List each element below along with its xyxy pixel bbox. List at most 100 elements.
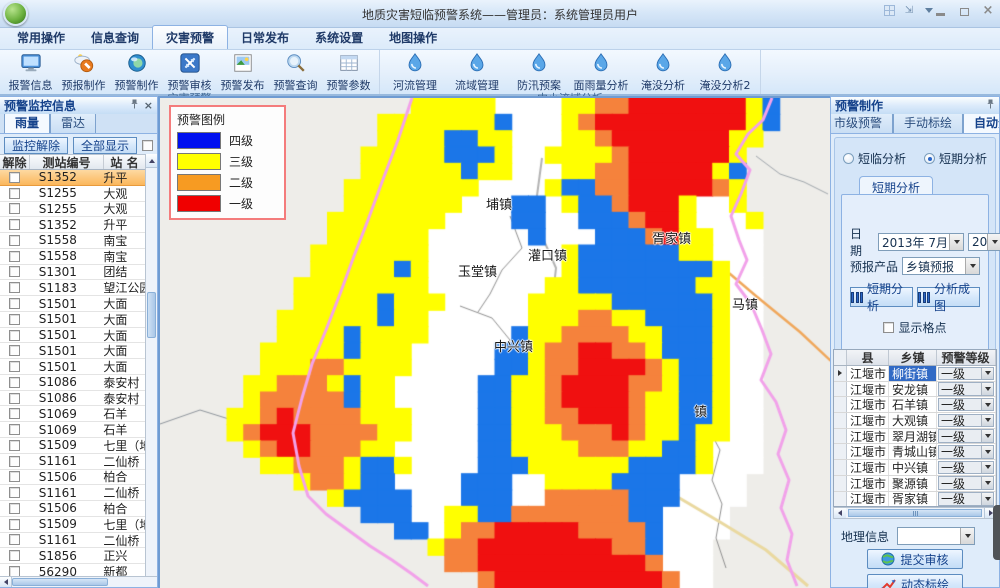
station-row[interactable]: S1183望江公园 — [0, 280, 145, 296]
面雨量分析-button[interactable]: 面雨量分析 — [570, 50, 632, 93]
town-warning-row[interactable]: 江堰市青城山镇一级 — [834, 444, 996, 460]
release-checkbox[interactable] — [9, 471, 20, 482]
menu-tab-1[interactable]: 常用操作 — [4, 26, 78, 49]
release-checkbox[interactable] — [9, 566, 20, 576]
预警发布-button[interactable]: 预警发布 — [216, 50, 269, 93]
tab-city-warning[interactable]: 市级预警 — [831, 114, 893, 133]
release-checkbox[interactable] — [9, 424, 20, 435]
town-warning-row[interactable]: 江堰市聚源镇一级 — [834, 476, 996, 492]
monitor-release-button[interactable]: 监控解除 — [4, 137, 68, 154]
station-row[interactable]: S1255大观 — [0, 186, 145, 202]
level-select[interactable]: 一级 — [938, 367, 994, 381]
release-checkbox[interactable] — [9, 440, 20, 451]
station-row[interactable]: S1501大面 — [0, 312, 145, 328]
station-row[interactable]: S1501大面 — [0, 296, 145, 312]
map-view[interactable]: 埔镇胥家镇灌口镇玉堂镇马镇中兴镇镇 预警图例 四级三级二级一级 — [158, 96, 830, 588]
town-warning-row[interactable]: 江堰市安龙镇一级 — [834, 382, 996, 398]
release-checkbox[interactable] — [9, 393, 20, 404]
town-warning-row[interactable]: 江堰市中兴镇一级 — [834, 460, 996, 476]
station-row[interactable]: S1301团结 — [0, 265, 145, 281]
pin-icon[interactable] — [130, 99, 139, 112]
town-table-hscrollbar[interactable] — [833, 507, 997, 519]
tab-rainfall[interactable]: 雨量 — [4, 114, 50, 133]
release-checkbox[interactable] — [9, 487, 20, 498]
dropdown-arrow-icon[interactable] — [981, 493, 993, 505]
release-checkbox[interactable] — [9, 266, 20, 277]
level-select[interactable]: 一级 — [938, 429, 994, 443]
淹没分析2-button[interactable]: 淹没分析2 — [694, 50, 756, 93]
station-table-vscrollbar[interactable] — [145, 154, 157, 576]
station-row[interactable]: S1856正兴 — [0, 548, 145, 564]
shortterm-analysis-button[interactable]: 短期分析 — [850, 287, 913, 307]
hscroll-thumb[interactable] — [12, 578, 108, 586]
报警信息-button[interactable]: 报警信息 — [4, 50, 57, 93]
scroll-up-icon[interactable] — [146, 154, 157, 168]
station-row[interactable]: 56290新都 — [0, 564, 145, 576]
menu-tab-6[interactable]: 地图操作 — [376, 26, 450, 49]
menu-tab-2[interactable]: 信息查询 — [78, 26, 152, 49]
预警制作-button[interactable]: 预警制作 — [110, 50, 163, 93]
town-warning-row[interactable]: 江堰市胥家镇一级 — [834, 492, 996, 508]
show-gridpoints-checkbox[interactable] — [883, 322, 894, 333]
show-gridpoints-option[interactable]: 显示格点 — [850, 319, 980, 336]
release-checkbox[interactable] — [9, 235, 20, 246]
geo-info-select[interactable] — [897, 527, 975, 545]
level-select[interactable]: 一级 — [938, 398, 994, 412]
release-checkbox[interactable] — [9, 203, 20, 214]
dropdown-arrow-icon[interactable] — [981, 430, 993, 442]
station-row[interactable]: S1086泰安村 — [0, 375, 145, 391]
station-row[interactable]: S1509七里（地质灾 — [0, 517, 145, 533]
scroll-left-icon[interactable] — [834, 508, 846, 518]
station-row[interactable]: S1501大面 — [0, 359, 145, 375]
station-row[interactable]: S1501大面 — [0, 343, 145, 359]
淹没分析-button[interactable]: 淹没分析 — [632, 50, 694, 93]
menu-tab-4[interactable]: 日常发布 — [228, 26, 302, 49]
close-icon[interactable]: × — [144, 99, 153, 112]
tab-manual-draw[interactable]: 手动标绘 — [893, 114, 963, 133]
station-row[interactable]: S1558南宝 — [0, 233, 145, 249]
release-checkbox[interactable] — [9, 456, 20, 467]
station-row[interactable]: S1069石羊 — [0, 422, 145, 438]
station-row[interactable]: S1086泰安村 — [0, 391, 145, 407]
radio-icon[interactable] — [843, 153, 854, 164]
level-select[interactable]: 一级 — [938, 382, 994, 396]
collapsed-panel-strip[interactable] — [993, 505, 1000, 560]
town-warning-row[interactable]: 江堰市翠月湖镇一级 — [834, 429, 996, 445]
level-select[interactable]: 一级 — [938, 445, 994, 459]
dropdown-arrow-icon[interactable] — [981, 399, 993, 411]
radio-shortterm-analysis[interactable]: 短期分析 — [924, 150, 987, 167]
预警参数-button[interactable]: 预警参数 — [322, 50, 375, 93]
dynamic-draw-button[interactable]: 动态标绘 — [867, 574, 963, 588]
dropdown-arrow-icon[interactable] — [981, 462, 993, 474]
release-checkbox[interactable] — [9, 550, 20, 561]
select-all-checkbox[interactable] — [142, 140, 153, 151]
dropdown-arrow-icon[interactable] — [981, 477, 993, 489]
station-row[interactable]: S1352升平 — [0, 217, 145, 233]
release-checkbox[interactable] — [9, 534, 20, 545]
menu-tab-3[interactable]: 灾害预警 — [152, 25, 228, 49]
product-select[interactable]: 乡镇预报 — [902, 257, 980, 275]
town-warning-row[interactable]: 江堰市柳街镇一级 — [834, 366, 996, 382]
station-row[interactable]: S1509七里（地质灾 — [0, 438, 145, 454]
release-checkbox[interactable] — [9, 377, 20, 388]
town-warning-row[interactable]: 江堰市石羊镇一级 — [834, 397, 996, 413]
station-row[interactable]: S1161二仙桥 — [0, 533, 145, 549]
hour-select[interactable]: 20 — [968, 233, 1000, 251]
minimize-button[interactable] — [932, 4, 948, 16]
station-row[interactable]: S1506柏合 — [0, 470, 145, 486]
release-checkbox[interactable] — [9, 408, 20, 419]
dropdown-arrow-icon[interactable] — [981, 415, 993, 427]
station-row[interactable]: S1161二仙桥 — [0, 485, 145, 501]
pin-icon[interactable] — [986, 99, 995, 112]
hscroll-thumb[interactable] — [848, 509, 982, 517]
radio-checked-icon[interactable] — [924, 153, 935, 164]
流域管理-button[interactable]: 流域管理 — [446, 50, 508, 93]
河流管理-button[interactable]: 河流管理 — [384, 50, 446, 93]
release-checkbox[interactable] — [9, 361, 20, 372]
date-select[interactable]: 2013年 7月 8日 — [878, 233, 964, 251]
station-table-hscrollbar[interactable] — [0, 576, 157, 587]
level-select[interactable]: 一级 — [938, 476, 994, 490]
release-checkbox[interactable] — [9, 345, 20, 356]
radio-nowcast-analysis[interactable]: 短临分析 — [843, 150, 906, 167]
release-checkbox[interactable] — [9, 188, 20, 199]
